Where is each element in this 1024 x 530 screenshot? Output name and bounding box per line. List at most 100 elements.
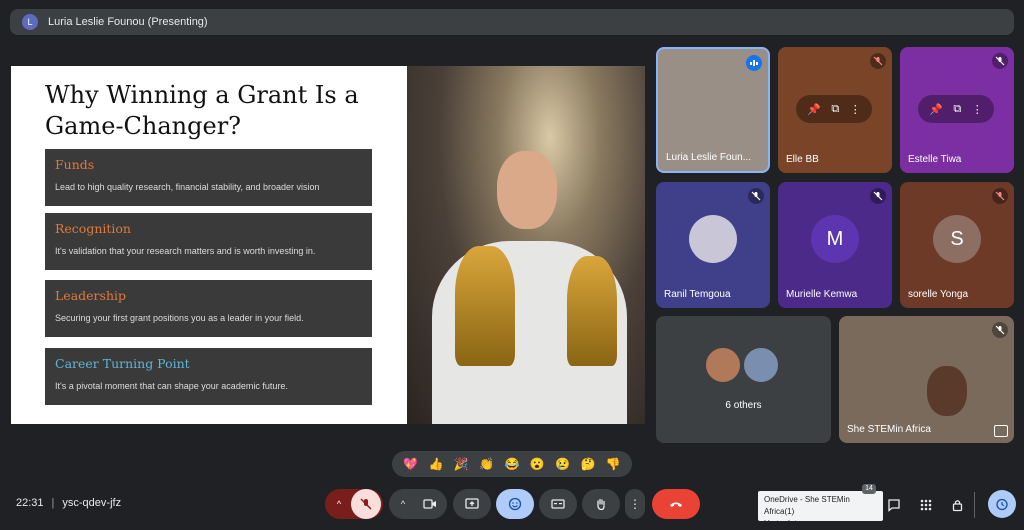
hang-up-icon: [670, 502, 682, 507]
card-leadership: Leadership Securing your first grant pos…: [45, 280, 372, 337]
emoji-icon: [508, 497, 522, 511]
slide-photo: [407, 66, 645, 424]
reaction-heart[interactable]: 💖: [403, 457, 418, 471]
tile-hover-controls: 📌 ⧉ ⋮: [796, 95, 872, 123]
pip-icon[interactable]: [994, 425, 1008, 437]
captions-button[interactable]: [539, 489, 577, 519]
reaction-thumbs-down[interactable]: 👎: [606, 457, 621, 471]
camera-button[interactable]: [415, 497, 445, 511]
participant-tile-elle[interactable]: 📌 ⧉ ⋮ Elle BB: [778, 47, 892, 173]
more-options-button[interactable]: ⋮: [625, 489, 645, 519]
toast-status: Up to date: [764, 519, 801, 528]
avatar: [704, 346, 742, 384]
meeting-code: ysc-qdev-jfz: [62, 497, 122, 509]
pin-icon[interactable]: 📌: [929, 103, 943, 116]
card-funds: Funds Lead to high quality research, fin…: [45, 149, 372, 206]
more-vert-icon: ⋮: [629, 497, 641, 511]
others-tile[interactable]: 6 others: [656, 316, 831, 443]
presenter-avatar: L: [22, 14, 38, 30]
presenter-bar: L Luria Leslie Founou (Presenting): [10, 9, 1014, 35]
raise-hand-button[interactable]: [582, 489, 620, 519]
participant-name: Elle BB: [786, 154, 819, 165]
clock-time: 22:31: [16, 497, 44, 509]
speaking-icon: [746, 55, 762, 71]
camera-icon: [423, 499, 436, 509]
avatar: S: [933, 215, 981, 263]
card-desc: Lead to high quality research, financial…: [55, 182, 320, 192]
card-desc: It's validation that your research matte…: [55, 246, 316, 256]
timer-button[interactable]: [988, 490, 1016, 518]
camera-control-group: ^: [389, 489, 447, 519]
reactions-bar: 💖 👍 🎉 👏 😂 😮 😢 🤔 👎: [392, 451, 632, 477]
avatar: [689, 215, 737, 263]
participant-tile-estelle[interactable]: 📌 ⧉ ⋮ Estelle Tiwa: [900, 47, 1014, 173]
divider: [974, 492, 975, 518]
photo-face: [497, 151, 557, 229]
present-button[interactable]: [453, 489, 491, 519]
reaction-laugh[interactable]: 😂: [505, 457, 520, 471]
reaction-clap[interactable]: 👏: [479, 457, 494, 471]
toast-title: OneDrive - She STEMin Africa(1): [764, 495, 850, 516]
mic-off-icon: [992, 322, 1008, 338]
presenter-label: Luria Leslie Founou (Presenting): [48, 16, 208, 28]
reaction-party[interactable]: 🎉: [454, 457, 469, 471]
others-label: 6 others: [725, 400, 762, 411]
avatar: M: [811, 215, 859, 263]
more-options-icon[interactable]: ⋮: [972, 103, 983, 116]
participant-name: sorelle Yonga: [908, 289, 969, 300]
presented-slide: Why Winning a Grant Is a Game-Changer? F…: [11, 66, 645, 424]
mic-off-icon: [992, 53, 1008, 69]
card-recognition: Recognition It's validation that your re…: [45, 213, 372, 270]
trophy-icon: [567, 256, 617, 366]
hand-icon: [597, 498, 605, 511]
card-title: Funds: [55, 157, 95, 172]
onedrive-toast[interactable]: OneDrive - She STEMin Africa(1) Up to da…: [758, 491, 883, 528]
participant-tile-ranil[interactable]: Ranil Temgoua: [656, 182, 770, 308]
alarm-icon: [996, 498, 1008, 511]
avatar: [742, 346, 780, 384]
host-controls-icon[interactable]: [950, 497, 966, 513]
participant-name: She STEMin Africa: [847, 424, 931, 435]
present-screen-icon: [465, 498, 479, 509]
reaction-surprised[interactable]: 😮: [530, 457, 545, 471]
activities-icon[interactable]: [918, 497, 934, 513]
card-title: Recognition: [55, 221, 131, 236]
card-desc: Securing your first grant positions you …: [55, 313, 304, 323]
participant-tile-luria[interactable]: Luria Leslie Foun...: [656, 47, 770, 173]
pin-icon[interactable]: 📌: [807, 103, 821, 116]
mic-off-icon: [748, 188, 764, 204]
mic-off-icon: [992, 188, 1008, 204]
notification-badge: 14: [862, 484, 876, 494]
mic-off-icon: [360, 498, 372, 510]
chat-icon[interactable]: [886, 497, 902, 513]
mic-off-icon: [870, 53, 886, 69]
reaction-thumbs-up[interactable]: 👍: [429, 457, 444, 471]
end-call-button[interactable]: [652, 489, 700, 519]
participant-tile-she-stemin[interactable]: She STEMin Africa: [839, 316, 1014, 443]
card-career: Career Turning Point It's a pivotal mome…: [45, 348, 372, 405]
participant-tile-sorelle[interactable]: S sorelle Yonga: [900, 182, 1014, 308]
slide-text-area: Why Winning a Grant Is a Game-Changer? F…: [11, 66, 407, 424]
reaction-thinking[interactable]: 🤔: [580, 457, 595, 471]
participant-name: Luria Leslie Foun...: [666, 152, 752, 163]
participant-name: Ranil Temgoua: [664, 289, 731, 300]
trophy-icon: [455, 246, 515, 366]
tile-hover-controls: 📌 ⧉ ⋮: [918, 95, 994, 123]
chevron-up-icon[interactable]: ^: [391, 499, 415, 509]
participant-name: Murielle Kemwa: [786, 289, 858, 300]
slide-title: Why Winning a Grant Is a Game-Changer?: [45, 81, 359, 140]
chevron-up-icon[interactable]: ^: [327, 499, 351, 509]
card-title: Career Turning Point: [55, 356, 190, 371]
mic-off-icon: [870, 188, 886, 204]
meeting-info: 22:31 | ysc-qdev-jfz: [16, 497, 122, 509]
fullscreen-icon[interactable]: ⧉: [953, 103, 961, 116]
reactions-button[interactable]: [496, 489, 534, 519]
reaction-sad[interactable]: 😢: [555, 457, 570, 471]
card-title: Leadership: [55, 288, 126, 303]
participant-tile-murielle[interactable]: M Murielle Kemwa: [778, 182, 892, 308]
card-desc: It's a pivotal moment that can shape you…: [55, 381, 288, 391]
mic-control-group: ^: [325, 489, 383, 519]
mic-off-button[interactable]: [351, 489, 381, 519]
fullscreen-icon[interactable]: ⧉: [831, 103, 839, 116]
more-options-icon[interactable]: ⋮: [850, 103, 861, 116]
